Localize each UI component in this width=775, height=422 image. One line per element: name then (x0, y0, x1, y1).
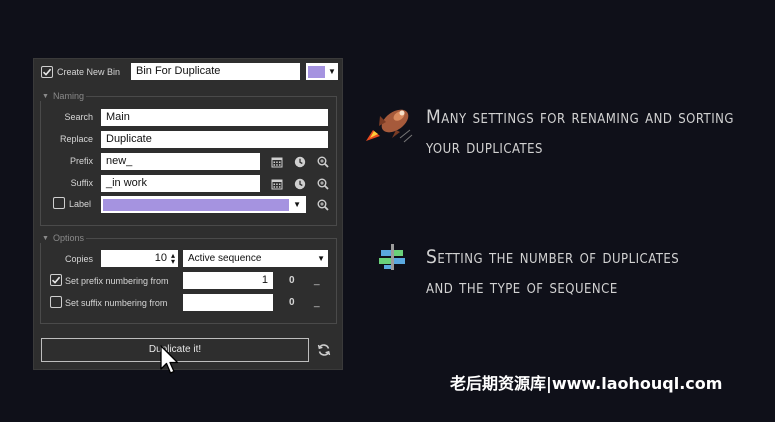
label-color-dropdown[interactable]: ▼ (101, 196, 306, 213)
replace-input[interactable]: Duplicate (101, 131, 328, 148)
rocket-icon (366, 109, 413, 143)
promo-line-1b: your duplicates (426, 136, 543, 158)
create-bin-checkbox[interactable] (41, 66, 53, 78)
suffix-numbering-input[interactable] (183, 294, 273, 311)
checkmark-icon (51, 276, 61, 284)
replace-label: Replace (59, 134, 93, 144)
prefix-label: Prefix (69, 156, 93, 166)
collapse-arrow-icon: ▼ (42, 234, 49, 242)
prefix-input[interactable]: new_ (101, 153, 260, 170)
search-label: Search (64, 112, 93, 122)
prefix-numbering-readout: 0 (289, 275, 295, 286)
suffix-zoom-icon[interactable] (316, 177, 329, 190)
promo-line-2a: Setting the number of duplicates (426, 246, 680, 268)
sequence-type-dropdown[interactable]: Active sequence ▼ (183, 250, 328, 267)
promo-line-2b: and the type of sequence (426, 276, 618, 298)
prefix-clock-icon[interactable] (293, 155, 306, 168)
naming-group-header[interactable]: ▼ Naming (40, 91, 86, 101)
prefix-numbering-label: Set prefix numbering from (65, 276, 169, 286)
suffix-numbering-checkbox[interactable] (50, 296, 62, 308)
sequence-type-value: Active sequence (188, 253, 262, 264)
bin-name-input[interactable]: Bin For Duplicate (131, 63, 300, 80)
promo-line-1a: Many settings for renaming and sorting (426, 106, 734, 128)
prefix-numbering-trail: _ (314, 275, 320, 286)
chevron-down-icon: ▼ (293, 200, 301, 209)
options-group-header[interactable]: ▼ Options (40, 233, 86, 243)
bin-color-swatch (308, 65, 325, 78)
copies-stepper[interactable]: 10 ▴ ▾ (101, 250, 178, 267)
create-bin-label: Create New Bin (57, 67, 121, 77)
suffix-clock-icon[interactable] (293, 177, 306, 190)
suffix-numbering-readout: 0 (289, 297, 295, 308)
label-checkbox-label: Label (69, 199, 92, 209)
suffix-numbering-trail: _ (314, 297, 320, 308)
search-input[interactable]: Main (101, 109, 328, 126)
checkmark-icon (42, 68, 52, 76)
naming-title: Naming (52, 91, 84, 101)
options-title: Options (52, 233, 84, 243)
copies-label: Copies (64, 254, 93, 264)
duplicate-panel: Create New Bin Bin For Duplicate ▼ ▼ Nam… (33, 58, 343, 370)
label-color-swatch (103, 198, 290, 211)
bin-color-picker[interactable]: ▼ (306, 63, 338, 80)
suffix-input[interactable]: _in work (101, 175, 260, 192)
promo-text-renaming: Many settings for renaming and sorting y… (426, 102, 734, 162)
suffix-numbering-label: Set suffix numbering from (65, 298, 168, 308)
prefix-zoom-icon[interactable] (316, 155, 329, 168)
chevron-down-icon: ▼ (317, 254, 325, 263)
prefix-numbering-checkbox[interactable] (50, 274, 62, 286)
label-zoom-icon[interactable] (316, 198, 329, 211)
sequence-icon (379, 244, 405, 270)
label-checkbox[interactable] (53, 197, 65, 209)
prefix-numbering-input[interactable]: 1 (183, 272, 273, 289)
stepper-arrows-icon[interactable]: ▴ ▾ (171, 251, 175, 265)
prefix-calendar-icon[interactable] (270, 155, 283, 168)
mouse-cursor-icon (160, 345, 179, 374)
suffix-label: Suffix (70, 178, 93, 188)
chevron-down-icon: ▼ (328, 67, 336, 76)
watermark-text: 老后期资源库|www.laohouql.com (450, 374, 723, 393)
collapse-arrow-icon: ▼ (42, 92, 49, 100)
suffix-calendar-icon[interactable] (270, 177, 283, 190)
copies-value: 10 (154, 252, 167, 264)
refresh-icon[interactable] (317, 343, 331, 357)
promo-text-sequence: Setting the number of duplicates and the… (426, 242, 679, 302)
